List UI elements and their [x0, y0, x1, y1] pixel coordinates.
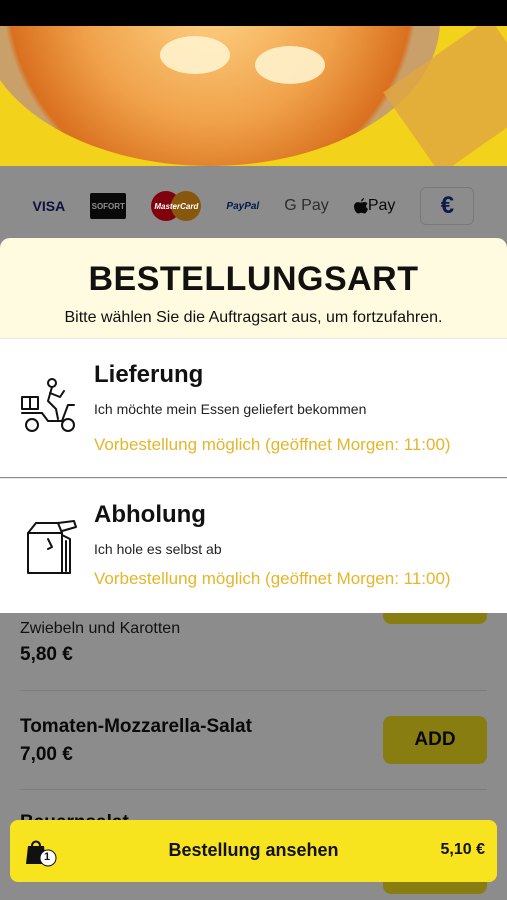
option-note: Vorbestellung möglich (geöffnet Morgen: …: [94, 569, 451, 588]
option-pickup[interactable]: Abholung Ich hole es selbst ab Vorbestel…: [0, 478, 507, 613]
option-delivery[interactable]: Lieferung Ich möchte mein Essen geliefer…: [0, 338, 507, 477]
option-title: Lieferung: [94, 361, 204, 388]
option-description: Ich möchte mein Essen geliefert bekommen: [94, 401, 367, 417]
option-note: Vorbestellung möglich (geöffnet Morgen: …: [94, 435, 451, 454]
option-description: Ich hole es selbst ab: [94, 541, 222, 557]
cart-total: 5,10 €: [440, 841, 485, 858]
cart-label: Bestellung ansehen: [168, 840, 339, 860]
sheet-title: BESTELLUNGSART: [88, 260, 419, 298]
order-type-sheet: BESTELLUNGSART Bitte wählen Sie die Auft…: [0, 238, 507, 613]
option-title: Abholung: [94, 501, 206, 528]
view-order-button[interactable]: 1 Bestellung ansehen 5,10 €: [10, 820, 497, 882]
sheet-header: BESTELLUNGSART Bitte wählen Sie die Auft…: [0, 238, 507, 338]
sheet-subtitle: Bitte wählen Sie die Auftragsart aus, um…: [64, 309, 443, 326]
scooter-icon: [21, 378, 75, 432]
bag-icon: [27, 520, 77, 574]
hero-image: [0, 26, 507, 166]
status-bar: [0, 0, 507, 26]
